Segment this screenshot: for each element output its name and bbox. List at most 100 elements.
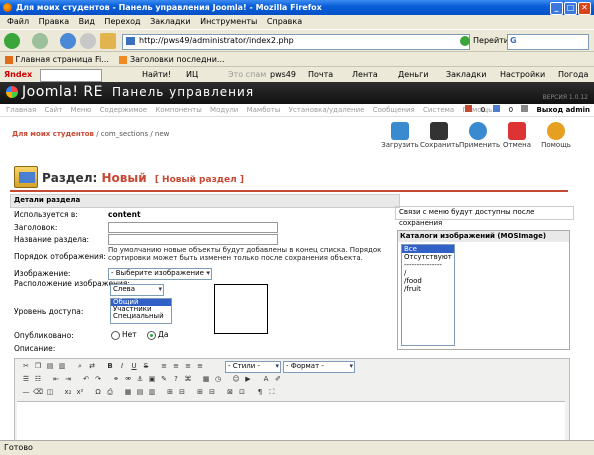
paste-icon[interactable]: ▤	[45, 361, 55, 371]
maximize-button[interactable]: □	[564, 2, 577, 15]
go-button[interactable]: Перейти	[460, 35, 509, 47]
back-icon[interactable]	[4, 33, 20, 49]
admin-menu-home[interactable]: Главная	[6, 106, 36, 114]
paste-text-icon[interactable]: ▥	[57, 361, 67, 371]
yandex-spam-button[interactable]: Это спам	[228, 67, 266, 83]
html-icon[interactable]: ⌘	[183, 374, 193, 384]
image-folder-option[interactable]: ---------------	[402, 261, 454, 269]
numbered-list-icon[interactable]: ☷	[33, 374, 43, 384]
fullscreen-icon[interactable]: ⛶	[267, 387, 277, 397]
name-input[interactable]	[108, 234, 278, 245]
split-cells-icon[interactable]: ⊠	[225, 387, 235, 397]
image-icon[interactable]: ▣	[147, 374, 157, 384]
help-button[interactable]: Помощь	[537, 122, 575, 152]
bullet-list-icon[interactable]: ☰	[21, 374, 31, 384]
image-folder-option[interactable]: /fruit	[402, 285, 454, 293]
menu-tools[interactable]: Инструменты	[200, 17, 257, 26]
yandex-ic-button[interactable]: ИЦ	[186, 67, 198, 83]
menu-go[interactable]: Переход	[104, 17, 140, 26]
bold-icon[interactable]: B	[105, 361, 115, 371]
merge-cells-icon[interactable]: ⊡	[237, 387, 247, 397]
underline-icon[interactable]: U	[129, 361, 139, 371]
image-folder-option[interactable]: /	[402, 269, 454, 277]
admin-menu-site[interactable]: Сайт	[44, 106, 62, 114]
yandex-settings-button[interactable]: Настройки	[500, 67, 545, 83]
apply-button[interactable]: Применить	[459, 122, 500, 152]
bookmark-item-1[interactable]: Заголовки последни...	[130, 55, 225, 64]
remove-format-icon[interactable]: ⌫	[33, 387, 43, 397]
undo-icon[interactable]: ↶	[81, 374, 91, 384]
yandex-pws-button[interactable]: pws49	[270, 67, 296, 83]
outdent-icon[interactable]: ⇤	[51, 374, 61, 384]
find-icon[interactable]: ⌕	[75, 361, 85, 371]
published-no-radio[interactable]	[111, 330, 120, 340]
highlight-icon[interactable]: ✐	[273, 374, 283, 384]
redo-icon[interactable]: ↷	[93, 374, 103, 384]
print-icon[interactable]: ⎙	[105, 387, 115, 397]
reload-icon[interactable]	[60, 33, 76, 49]
stop-icon[interactable]	[80, 33, 96, 49]
help-editor-icon[interactable]: ?	[171, 374, 181, 384]
cleanup-icon[interactable]: ✎	[159, 374, 169, 384]
yandex-find-button[interactable]: Найти!	[142, 67, 171, 83]
visual-aid-icon[interactable]: ◫	[45, 387, 55, 397]
yandex-bookmarks-button[interactable]: Закладки	[446, 67, 486, 83]
replace-icon[interactable]: ⇄	[87, 361, 97, 371]
title-input[interactable]	[108, 222, 278, 233]
image-folder-option[interactable]: Отсутствуют	[402, 253, 454, 261]
admin-menu-system[interactable]: Система	[423, 106, 454, 114]
access-option[interactable]: Специальный	[111, 313, 171, 320]
align-left-icon[interactable]: ≡	[159, 361, 169, 371]
insert-col-icon[interactable]: ⊞	[195, 387, 205, 397]
copy-icon[interactable]: ❐	[33, 361, 43, 371]
anchor-icon[interactable]: ⚓	[135, 374, 145, 384]
admin-menu-modules[interactable]: Модули	[210, 106, 238, 114]
italic-icon[interactable]: I	[117, 361, 127, 371]
media-icon[interactable]: ▶	[243, 374, 253, 384]
emotion-icon[interactable]: ☺	[231, 374, 241, 384]
search-input[interactable]: G	[507, 34, 589, 50]
insert-row-icon[interactable]: ⊞	[165, 387, 175, 397]
menu-bookmarks[interactable]: Закладки	[150, 17, 190, 26]
yandex-mail-button[interactable]: Почта	[308, 67, 333, 83]
horizontal-rule-icon[interactable]: —	[21, 387, 31, 397]
font-color-icon[interactable]: A	[261, 374, 271, 384]
time-icon[interactable]: ◷	[213, 374, 223, 384]
menu-edit[interactable]: Правка	[39, 17, 69, 26]
special-char-icon[interactable]: Ω	[93, 387, 103, 397]
image-position-select[interactable]: Слева	[110, 284, 164, 296]
strikethrough-icon[interactable]: S	[141, 361, 151, 371]
admin-menu-mambots[interactable]: Мамботы	[247, 106, 281, 114]
upload-button[interactable]: Загрузить	[381, 122, 419, 152]
cut-icon[interactable]: ✂	[21, 361, 31, 371]
subscript-icon[interactable]: x₂	[63, 387, 73, 397]
admin-menu-messages[interactable]: Сообщения	[373, 106, 415, 114]
home-icon[interactable]	[100, 33, 116, 49]
row-props-icon[interactable]: ▤	[135, 387, 145, 397]
admin-menu-content[interactable]: Содержимое	[100, 106, 148, 114]
image-folders-listbox[interactable]: Все Отсутствуют --------------- / /food …	[401, 244, 455, 346]
pilcrow-icon[interactable]: ¶	[255, 387, 265, 397]
table-icon[interactable]: ▦	[123, 387, 133, 397]
menu-view[interactable]: Вид	[79, 17, 95, 26]
cell-props-icon[interactable]: ▥	[147, 387, 157, 397]
style-select[interactable]: - Стили -	[225, 361, 281, 373]
logout-link[interactable]: Выход admin	[537, 106, 591, 114]
align-right-icon[interactable]: ≡	[183, 361, 193, 371]
delete-row-icon[interactable]: ⊟	[177, 387, 187, 397]
align-justify-icon[interactable]: ≡	[195, 361, 205, 371]
image-folder-option[interactable]: Все	[402, 245, 454, 253]
menu-help[interactable]: Справка	[267, 17, 302, 26]
link-icon[interactable]: ⚭	[111, 374, 121, 384]
close-button[interactable]: ✕	[578, 2, 591, 15]
cancel-button[interactable]: Отмена	[498, 122, 536, 152]
published-yes-radio[interactable]	[147, 330, 157, 340]
url-input[interactable]: http://pws49/administrator/index2.php	[122, 34, 470, 50]
yandex-logo[interactable]: Яndex	[4, 67, 32, 83]
access-listbox[interactable]: Общий Участники Специальный	[110, 298, 172, 324]
format-select[interactable]: - Формат -	[283, 361, 355, 373]
breadcrumb-site[interactable]: Для моих студентов	[12, 130, 94, 138]
editor-text-area[interactable]	[17, 401, 565, 440]
menu-file[interactable]: Файл	[7, 17, 29, 26]
delete-col-icon[interactable]: ⊟	[207, 387, 217, 397]
